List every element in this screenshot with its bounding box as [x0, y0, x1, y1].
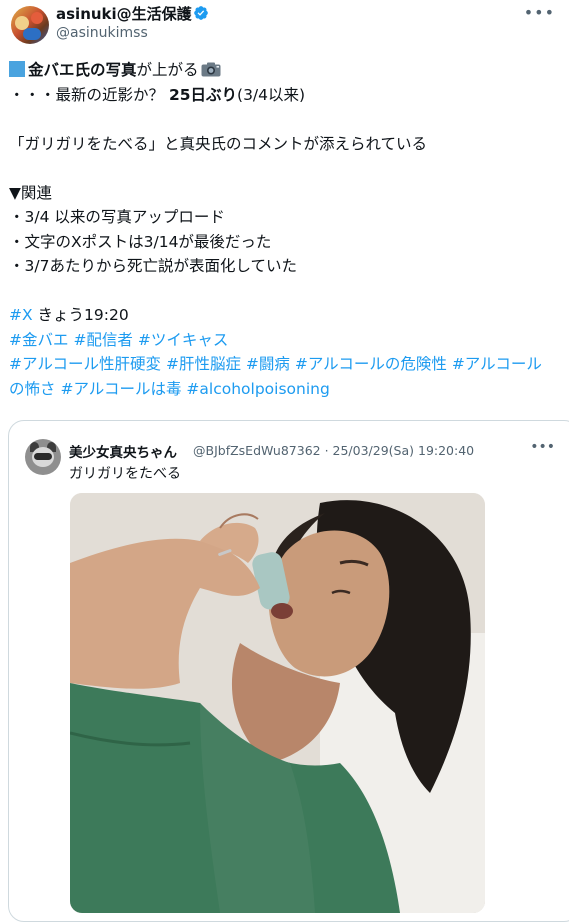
- blue-square-icon: [9, 61, 25, 77]
- headline-rest: が上がる: [136, 61, 199, 79]
- related-heading: ▼関連: [9, 183, 52, 202]
- quoted-text: ガリガリをたべる: [69, 466, 181, 482]
- quoted-display-name[interactable]: 美少女真央ちゃん: [69, 441, 177, 461]
- hashtag[interactable]: #alcoholpoisoning: [186, 380, 329, 398]
- more-horizontal-icon[interactable]: •••: [524, 3, 555, 22]
- photo-illustration: [70, 493, 485, 913]
- verified-badge-icon: [194, 6, 208, 20]
- hashtag[interactable]: #ツイキャス: [138, 331, 229, 349]
- hashtag[interactable]: #アルコールは毒: [60, 380, 181, 398]
- tweet-text: 金バエ氏の写真が上がる ・・・最新の近影か？ 25日ぶり(3/4以来) 「ガリガ…: [9, 58, 557, 401]
- quoted-author-avatar[interactable]: [25, 439, 61, 475]
- quoted-photo[interactable]: [70, 493, 485, 913]
- author-handle[interactable]: @asinukimss: [56, 25, 148, 41]
- more-horizontal-icon[interactable]: •••: [530, 439, 555, 455]
- related-item-1: ・3/4 以来の写真アップロード: [9, 208, 225, 226]
- hashtag[interactable]: #アルコール性肝硬変: [9, 355, 161, 373]
- hashtag-x[interactable]: #X: [9, 306, 33, 324]
- hashtag[interactable]: #闘病: [246, 355, 290, 373]
- tweet: asinuki@生活保護 @asinukimss ••• 金バエ氏の写真が上がる…: [0, 0, 569, 922]
- hashtags-wrapped: #アルコール性肝硬変 #肝性脳症 #闘病 #アルコールの危険性 #アルコールの怖…: [9, 352, 557, 401]
- hashtags-line-1: #金バエ #配信者 #ツイキャス: [9, 328, 557, 353]
- camera-icon: [201, 62, 221, 77]
- hashtag[interactable]: #配信者: [73, 331, 133, 349]
- headline-line: 金バエ氏の写真が上がる: [9, 58, 557, 83]
- recency-line: ・・・最新の近影か？ 25日ぶり(3/4以来): [9, 83, 557, 108]
- recency-rest: (3/4以来): [237, 85, 306, 104]
- author-avatar[interactable]: [11, 6, 49, 44]
- comment-line: 「ガリガリをたべる」と真央氏のコメントが添えられている: [9, 134, 428, 153]
- recency-prefix: ・・・最新の近影か？: [9, 85, 169, 104]
- headline-bold: 金バエ氏の写真: [28, 61, 137, 79]
- author-display-name[interactable]: asinuki@生活保護: [56, 3, 192, 24]
- hashtag[interactable]: #アルコールの危険性: [295, 355, 447, 373]
- hashtag[interactable]: #肝性脳症: [166, 355, 241, 373]
- related-item-3: ・3/7あたりから死亡説が表面化していた: [9, 257, 297, 275]
- hashtag[interactable]: #金バエ: [9, 331, 69, 349]
- related-item-2: ・文字のXポストは3/14が最後だった: [9, 232, 272, 251]
- time-text: きょう19:20: [32, 306, 129, 324]
- quoted-handle-and-date[interactable]: @BJbfZsEdWu87362 · 25/03/29(Sa) 19:20:40: [193, 443, 474, 458]
- quoted-tweet-card[interactable]: 美少女真央ちゃん @BJbfZsEdWu87362 · 25/03/29(Sa)…: [8, 420, 569, 922]
- recency-bold: 25日ぶり: [168, 85, 238, 104]
- time-line: #X きょう19:20: [9, 303, 557, 328]
